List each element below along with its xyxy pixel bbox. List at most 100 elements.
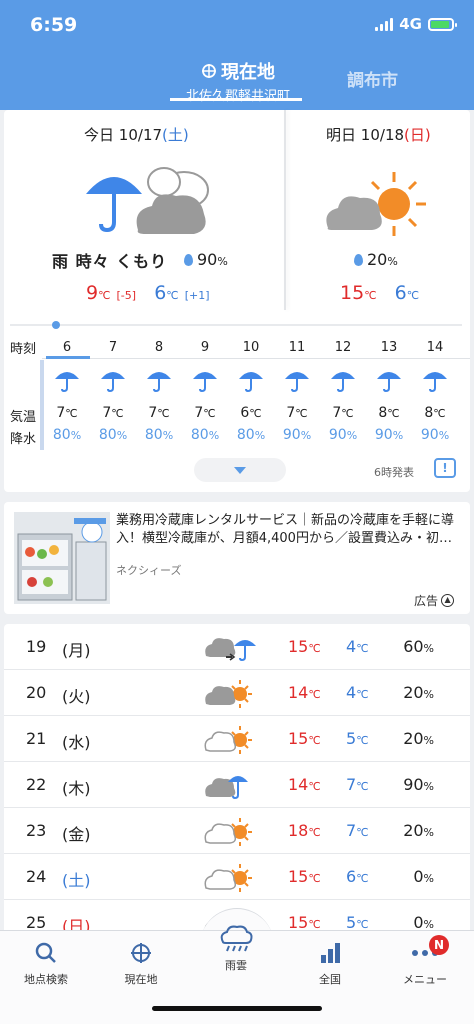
home-indicator <box>152 1006 322 1011</box>
hour-label: 9 <box>200 340 210 355</box>
weekly-row[interactable]: 21 (水) 15℃ 5℃ 20% <box>4 716 470 762</box>
hour-column: 8 7℃ 80% <box>136 338 182 446</box>
hour-temp: 7℃ <box>56 405 78 421</box>
weekly-dow: (木) <box>62 779 91 798</box>
hour-scroll-thumb[interactable] <box>52 321 60 329</box>
hour-column: 9 7℃ 80% <box>182 338 228 446</box>
network-label: 4G <box>399 15 422 33</box>
hour-label: 7 <box>108 340 118 355</box>
hour-temp: 8℃ <box>424 405 446 421</box>
tab-chofu[interactable]: 調布市 <box>347 66 398 91</box>
weekly-row[interactable]: 19 (月) 15℃ 4℃ 60% <box>4 624 470 670</box>
tab-current-subtitle: 北佐久郡軽井沢町 <box>185 89 290 104</box>
hour-scroll-track[interactable] <box>10 324 462 326</box>
today-temps: 9℃ [-5] 6℃ [+1] <box>86 282 210 304</box>
weekly-date: 21 <box>26 729 47 748</box>
today-condition: 雨 時々 くもり <box>52 252 168 271</box>
weekly-row[interactable]: 24 (土) 15℃ 6℃ 0% <box>4 854 470 900</box>
weekly-row[interactable]: 22 (木) 14℃ 7℃ 90% <box>4 762 470 808</box>
battery-icon <box>428 17 457 31</box>
hour-precip: 80% <box>52 427 82 443</box>
hour-precip: 90% <box>328 427 358 443</box>
weekly-pop: 20% <box>403 821 434 840</box>
umbrella-icon <box>320 358 366 402</box>
ad-text[interactable]: 業務用冷蔵庫レンタルサービス｜新品の冷蔵庫を手軽に導入！横型冷蔵庫が、月額4,4… <box>116 512 462 548</box>
day-divider <box>284 110 286 310</box>
nav-item[interactable]: 全国 <box>290 939 370 987</box>
today-pop: 90% <box>184 250 228 269</box>
cloud-sun-light-icon <box>204 722 256 756</box>
hour-precip: 90% <box>420 427 450 443</box>
cloud-rain-icon <box>204 768 256 802</box>
publish-time: 6時発表 <box>374 466 414 479</box>
refrigerator-image <box>14 512 110 604</box>
ad-image[interactable] <box>14 512 110 604</box>
comment-icon[interactable]: ! <box>434 458 456 478</box>
umbrella-icon <box>136 358 182 402</box>
hour-label: 11 <box>288 340 306 355</box>
nav-item[interactable]: 現在地 <box>101 939 181 987</box>
weekly-date: 20 <box>26 683 47 702</box>
ad-banner[interactable]: 業務用冷蔵庫レンタルサービス｜新品の冷蔵庫を手軽に導入！横型冷蔵庫が、月額4,4… <box>4 502 470 614</box>
location-target-icon <box>202 64 216 78</box>
weekly-high: 15℃ <box>288 867 321 886</box>
nav-label: メニュー <box>403 973 447 986</box>
weekly-high: 14℃ <box>288 775 321 794</box>
hour-column: 11 7℃ 90% <box>274 338 320 446</box>
cloud-to-rain-icon <box>204 630 256 664</box>
map-bars-icon <box>290 939 370 967</box>
weekly-low: 4℃ <box>346 637 369 656</box>
weekly-high: 18℃ <box>288 821 321 840</box>
nav-item[interactable]: 地点検索 <box>6 939 86 987</box>
hour-temp: 7℃ <box>102 405 124 421</box>
umbrella-icon <box>228 358 274 402</box>
weekly-dow: (水) <box>62 733 91 752</box>
weekly-low: 7℃ <box>346 821 369 840</box>
hour-temp: 7℃ <box>148 405 170 421</box>
hour-precip: 80% <box>98 427 128 443</box>
tab-current-title: 現在地 <box>221 62 275 83</box>
rain-cloud-icon <box>196 925 276 953</box>
hour-temp: 8℃ <box>378 405 400 421</box>
weekly-low: 4℃ <box>346 683 369 702</box>
umbrella-icon <box>44 358 90 402</box>
umbrella-icon <box>366 358 412 402</box>
nav-item[interactable]: メニュー N <box>385 935 465 987</box>
hour-label: 6 <box>62 340 72 355</box>
cloud-sun-light-icon <box>204 814 256 848</box>
temp-row-label: 気温 <box>10 410 37 425</box>
weekly-pop: 20% <box>403 729 434 748</box>
hourly-forecast[interactable]: 時刻 気温 降水 6 7℃ 80% 7 7℃ 80% 8 7℃ 80% 9 7℃ 80% 10 6℃ 80%… <box>4 338 470 458</box>
nav-item[interactable]: 雨雲 <box>196 925 276 973</box>
expand-hourly-button[interactable] <box>194 458 286 482</box>
umbrella-icon <box>182 358 228 402</box>
search-icon <box>6 939 86 967</box>
hour-label: 8 <box>154 340 164 355</box>
location-target-icon <box>101 939 181 967</box>
weekly-high: 15℃ <box>288 729 321 748</box>
cloud-sun-icon <box>204 676 256 710</box>
weekly-date: 19 <box>26 637 47 656</box>
today-title: 今日 10/17(土) <box>84 126 189 144</box>
drop-icon <box>184 254 193 266</box>
hour-temp: 7℃ <box>194 405 216 421</box>
weekly-dow: (月) <box>62 641 91 660</box>
ad-label[interactable]: 広告 ▲ <box>414 592 455 609</box>
tomorrow-temps: 15℃ 6℃ <box>340 282 420 304</box>
weekly-row[interactable]: 23 (金) 18℃ 7℃ 20% <box>4 808 470 854</box>
weekly-row[interactable]: 20 (火) 14℃ 4℃ 20% <box>4 670 470 716</box>
hour-precip: 90% <box>374 427 404 443</box>
cloud-sun-weather-icon <box>326 172 426 236</box>
chevron-down-icon <box>234 466 246 474</box>
weekly-dow: (火) <box>62 687 91 706</box>
ad-sponsor: ネクシィーズ <box>116 564 182 577</box>
hour-label: 10 <box>242 340 260 355</box>
tomorrow-title: 明日 10/18(日) <box>326 126 431 144</box>
weekly-dow: (金) <box>62 825 91 844</box>
umbrella-icon <box>274 358 320 402</box>
nav-label: 全国 <box>319 973 341 986</box>
cloud-sun-light-icon <box>204 860 256 894</box>
signal-icon <box>375 17 394 31</box>
hour-column: 14 8℃ 90% <box>412 338 458 446</box>
weekly-date: 23 <box>26 821 47 840</box>
